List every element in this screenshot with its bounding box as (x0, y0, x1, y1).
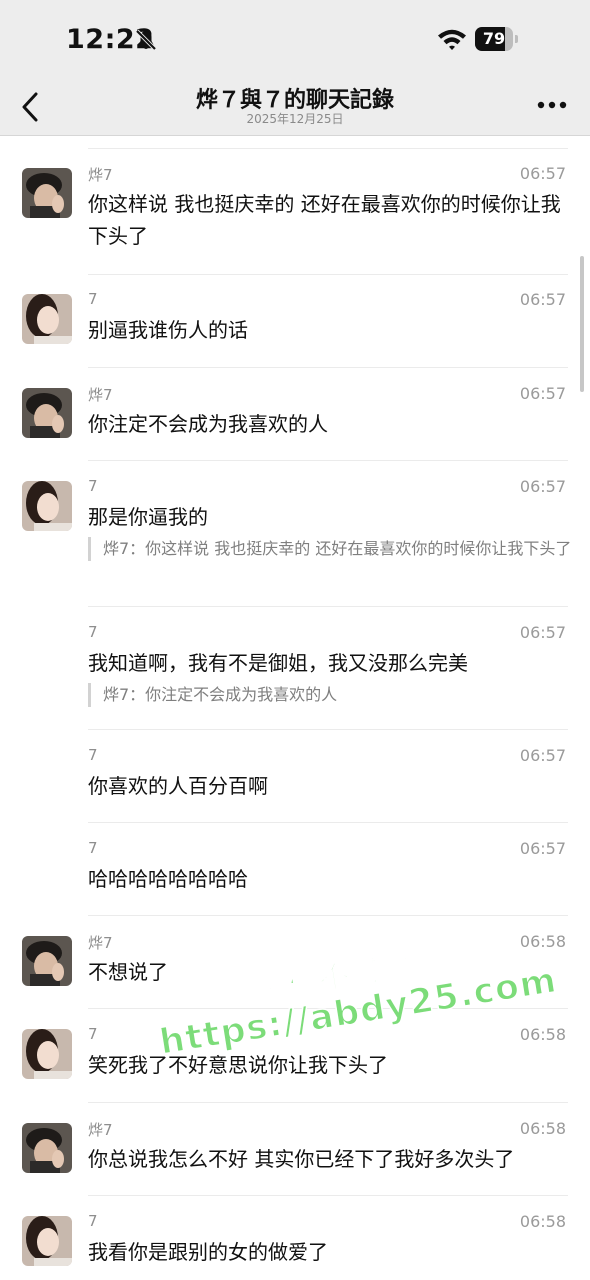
sender-name: 7 (88, 1212, 98, 1230)
sender-name: 7 (88, 290, 98, 308)
status-bar: 12:22 79 (0, 0, 590, 80)
quoted-message: 烨7：你注定不会成为我喜欢的人 (88, 683, 573, 707)
avatar[interactable] (22, 1216, 72, 1266)
message-text: 那是你逼我的 (88, 505, 208, 529)
divider (88, 148, 568, 149)
scrollbar[interactable] (580, 256, 584, 392)
battery-percent: 79 (482, 29, 506, 48)
avatar[interactable] (22, 481, 72, 531)
nav-bar: 烨７與７的聊天記錄 2025年12月25日 (0, 80, 590, 136)
message-time: 06:57 (519, 623, 566, 642)
message-time: 06:57 (519, 839, 566, 858)
divider (88, 460, 568, 461)
divider (88, 822, 568, 823)
message-text: 你喜欢的人百分百啊 (88, 774, 268, 798)
wifi-icon (438, 29, 466, 50)
sender-name: 7 (88, 477, 98, 495)
battery-icon: 79 (475, 27, 519, 51)
sender-name: 烨7 (88, 166, 113, 184)
divider (88, 1008, 568, 1009)
message-time: 06:57 (519, 477, 566, 496)
message-text: 笑死我了不好意思说你让我下头了 (88, 1053, 388, 1077)
avatar[interactable] (22, 388, 72, 438)
sender-name: 烨7 (88, 934, 113, 952)
message-time: 06:57 (519, 164, 566, 183)
avatar[interactable] (22, 1123, 72, 1173)
divider (88, 915, 568, 916)
message-time: 06:57 (519, 384, 566, 403)
page-subtitle-date: 2025年12月25日 (246, 112, 344, 126)
message-text: 我看你是跟别的女的做爱了 (88, 1240, 328, 1264)
message-time: 06:58 (519, 1025, 566, 1044)
sender-name: 7 (88, 839, 98, 857)
divider (88, 729, 568, 730)
message-text: 你总说我怎么不好 其实你已经下了我好多次头了 (88, 1147, 515, 1171)
divider (88, 274, 568, 275)
avatar[interactable] (22, 1029, 72, 1079)
message-text: 不想说了 (88, 960, 168, 984)
chat-record-list[interactable]: 烨7 06:57 你这样说 我也挺庆幸的 还好在最喜欢你的时候你让我下头了 7 06:5… (0, 136, 590, 1280)
message-time: 06:57 (519, 290, 566, 309)
divider (88, 606, 568, 607)
message-text: 你注定不会成为我喜欢的人 (88, 412, 328, 436)
message-text: 我知道啊，我有不是御姐，我又没那么完美 (88, 651, 468, 675)
divider (88, 1195, 568, 1196)
bell-muted-icon (135, 29, 157, 51)
divider (88, 1102, 568, 1103)
message-time: 06:57 (519, 746, 566, 765)
avatar[interactable] (22, 936, 72, 986)
message-time: 06:58 (519, 1119, 566, 1138)
sender-name: 烨7 (88, 1121, 113, 1139)
avatar[interactable] (22, 294, 72, 344)
divider (88, 367, 568, 368)
sender-name: 烨7 (88, 386, 113, 404)
message-time: 06:58 (519, 1212, 566, 1231)
more-options-icon[interactable] (537, 101, 567, 109)
message-text: 你这样说 我也挺庆幸的 还好在最喜欢你的时候你让我下头了 (88, 192, 561, 248)
sender-name: 7 (88, 1025, 98, 1043)
message-time: 06:58 (519, 932, 566, 951)
sender-name: 7 (88, 623, 98, 641)
message-text: 别逼我谁伤人的话 (88, 318, 248, 342)
quoted-message: 烨7：你这样说 我也挺庆幸的 还好在最喜欢你的时候你让我下头了 (88, 537, 573, 561)
message-text: 哈哈哈哈哈哈哈哈 (88, 867, 248, 891)
avatar[interactable] (22, 168, 72, 218)
sender-name: 7 (88, 746, 98, 764)
